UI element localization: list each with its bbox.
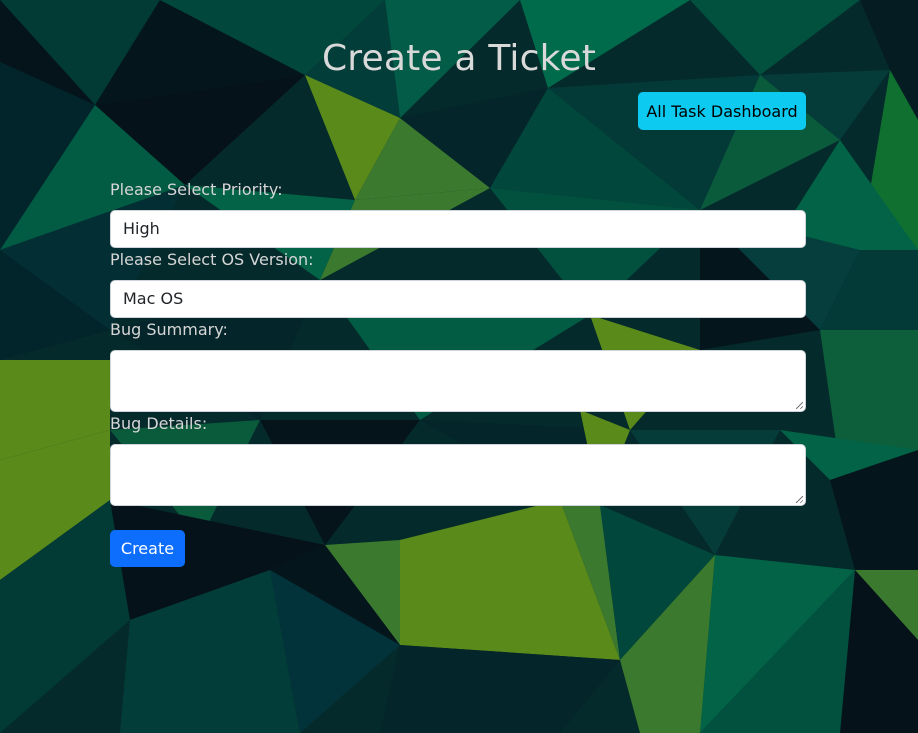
bug-details-textarea[interactable]	[110, 444, 806, 506]
page-title: Create a Ticket	[321, 38, 597, 79]
create-button[interactable]: Create	[110, 530, 185, 567]
all-task-dashboard-button[interactable]: All Task Dashboard	[638, 92, 806, 130]
os-version-select[interactable]: Mac OS	[110, 280, 806, 318]
resize-grip-icon[interactable]	[796, 402, 803, 409]
page: Create a Ticket All Task Dashboard Pleas…	[0, 0, 918, 733]
os-version-label: Please Select OS Version:	[110, 250, 314, 269]
bug-details-label: Bug Details:	[110, 414, 208, 433]
resize-grip-icon[interactable]	[796, 496, 803, 503]
priority-label: Please Select Priority:	[110, 180, 283, 199]
priority-select[interactable]: High	[110, 210, 806, 248]
bug-summary-textarea[interactable]	[110, 350, 806, 412]
ticket-form: Please Select Priority: High Please Sele…	[110, 178, 806, 506]
bug-summary-label: Bug Summary:	[110, 320, 228, 339]
